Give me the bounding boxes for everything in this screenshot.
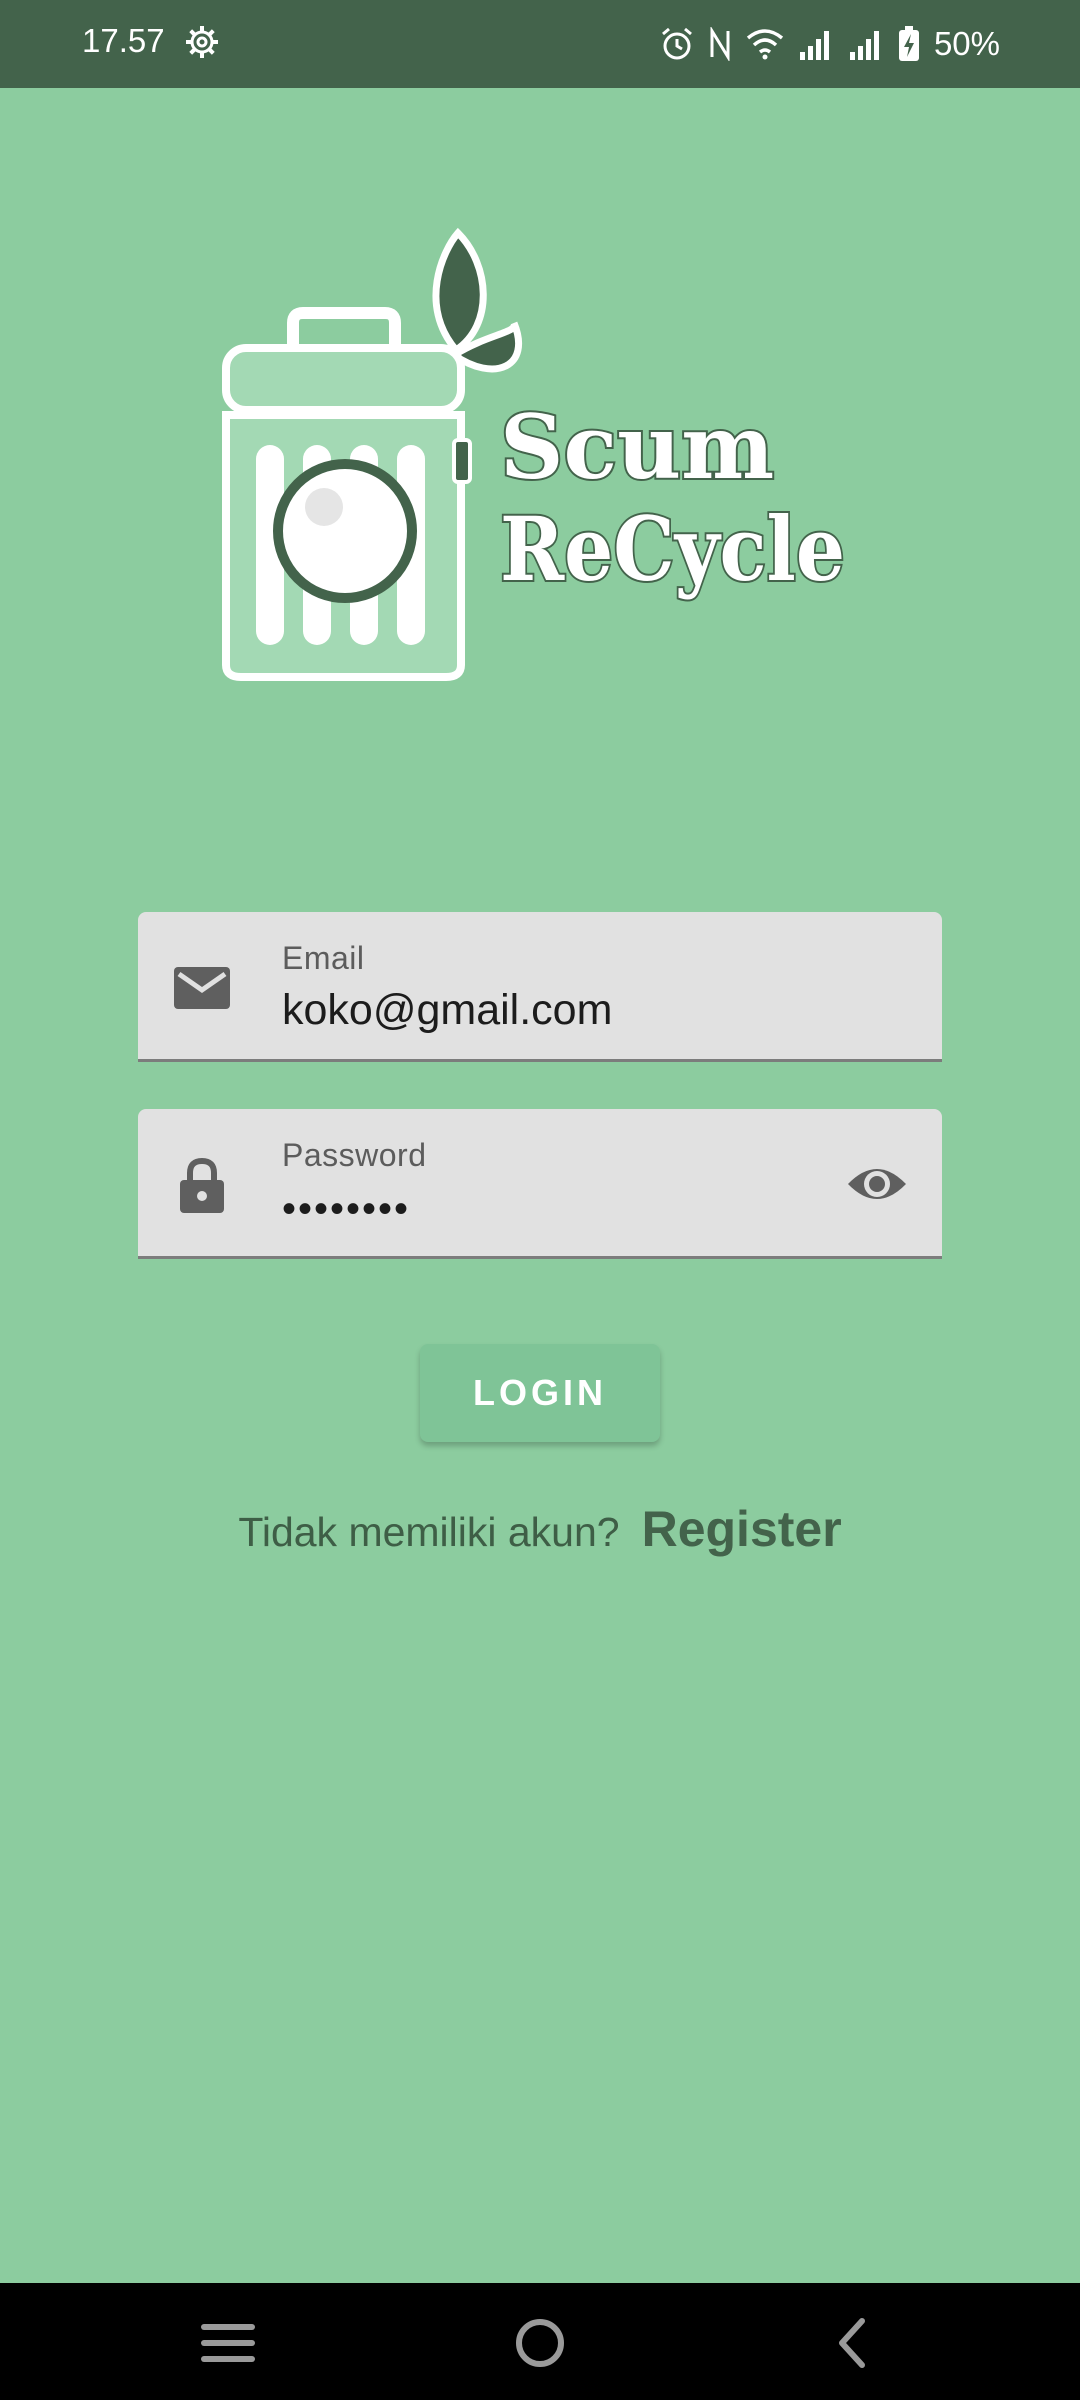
gear-icon	[186, 26, 218, 58]
password-field[interactable]: Password ••••••••	[138, 1109, 942, 1259]
wifi-icon	[746, 29, 784, 60]
status-bar: 17.57 50%	[0, 0, 1080, 88]
menu-icon[interactable]	[196, 2311, 260, 2375]
logo-text-line1: Scum	[500, 395, 774, 499]
app-logo: Scum ReCycle	[222, 227, 847, 681]
status-time: 17.57	[82, 22, 165, 59]
signal-icon	[799, 31, 829, 60]
signal-icon	[849, 31, 879, 60]
mail-icon	[174, 967, 230, 1009]
login-button[interactable]: LOGIN	[420, 1344, 660, 1442]
navigation-bar	[0, 2283, 1080, 2400]
password-input[interactable]: ••••••••	[282, 1187, 410, 1232]
email-input[interactable]: koko@gmail.com	[282, 986, 612, 1035]
logo-text-line2: ReCycle	[500, 497, 845, 601]
battery-charging-icon	[898, 26, 919, 61]
status-icons: 50%	[660, 22, 1000, 66]
password-label: Password	[282, 1137, 427, 1173]
register-prompt: Tidak memiliki akun?	[238, 1509, 620, 1555]
alarm-icon	[661, 27, 692, 60]
nfc-icon	[710, 27, 730, 61]
back-icon[interactable]	[820, 2311, 884, 2375]
lock-icon	[180, 1157, 224, 1213]
email-label: Email	[282, 940, 365, 976]
register-link[interactable]: Register	[642, 1500, 842, 1558]
register-row: Tidak memiliki akun? Register	[0, 1500, 1080, 1570]
email-field[interactable]: Email koko@gmail.com	[138, 912, 942, 1062]
home-icon[interactable]	[508, 2311, 572, 2375]
eye-icon[interactable]	[846, 1157, 908, 1211]
battery-percentage: 50%	[933, 25, 1000, 62]
